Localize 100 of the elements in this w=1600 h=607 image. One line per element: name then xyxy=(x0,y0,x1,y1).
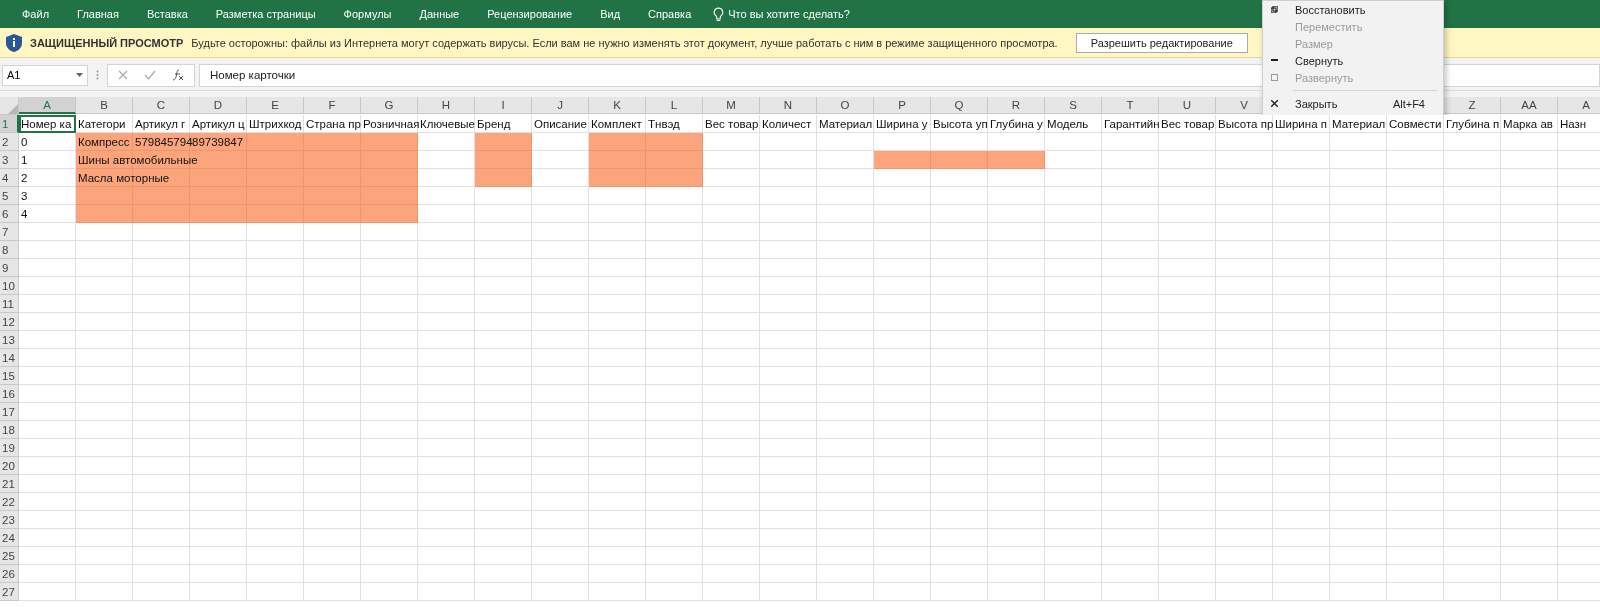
column-header[interactable]: R xyxy=(988,97,1045,114)
row-header[interactable]: 13 xyxy=(0,331,19,349)
row-header[interactable]: 12 xyxy=(0,313,19,331)
select-all-button[interactable] xyxy=(0,97,19,115)
column-header[interactable]: J xyxy=(532,97,589,114)
column-header[interactable]: M xyxy=(703,97,760,114)
cell-text: Артикул г xyxy=(135,116,186,131)
name-box[interactable]: A1 xyxy=(2,64,88,86)
column-header[interactable]: AA xyxy=(1501,97,1558,114)
cell-text: Совмести xyxy=(1389,116,1442,131)
protected-view-title: ЗАЩИЩЕННЫЙ ПРОСМОТР xyxy=(30,36,184,49)
column-header[interactable]: E xyxy=(247,97,304,114)
function-icon[interactable] xyxy=(172,69,184,81)
cell-text: Гарантийн xyxy=(1104,116,1160,131)
row-header[interactable]: 22 xyxy=(0,493,19,511)
menu-tab[interactable]: Главная xyxy=(63,8,133,20)
column-header[interactable]: H xyxy=(418,97,475,114)
row-header[interactable]: 27 xyxy=(0,583,19,601)
row-header[interactable]: 14 xyxy=(0,349,19,367)
cell-text: Тнвэд xyxy=(648,116,680,131)
menu-tab[interactable]: Разметка страницы xyxy=(201,8,330,20)
tell-me-field[interactable]: Что вы хотите сделать? xyxy=(728,8,850,20)
cell-text: Бренд xyxy=(477,116,511,131)
column-header[interactable]: A xyxy=(19,97,76,114)
menu-tab[interactable]: Вставка xyxy=(132,8,202,20)
cancel-icon[interactable] xyxy=(118,70,128,80)
menu-tab[interactable]: Рецензирование xyxy=(473,8,587,20)
column-header[interactable]: C xyxy=(133,97,190,114)
row-header[interactable]: 23 xyxy=(0,511,19,529)
row-header[interactable]: 25 xyxy=(0,547,19,565)
cell-text: Глубина п xyxy=(1446,116,1500,131)
column-header[interactable]: S xyxy=(1045,97,1102,114)
row-header[interactable]: 26 xyxy=(0,565,19,583)
column-header[interactable]: F xyxy=(304,97,361,114)
column-header[interactable]: I xyxy=(475,97,532,114)
row-header[interactable]: 17 xyxy=(0,403,19,421)
column-header[interactable]: Z xyxy=(1444,97,1501,114)
cell-text: 0 xyxy=(21,134,28,149)
row-header[interactable]: 10 xyxy=(0,277,19,295)
cell-text: Материал xyxy=(1332,116,1386,131)
cell-text: Страна пр xyxy=(306,116,361,131)
row-header[interactable]: 4 xyxy=(0,169,19,187)
cell-text: Марка ав xyxy=(1503,116,1553,131)
menu-tab[interactable]: Справка xyxy=(634,8,706,20)
menu-item[interactable]: Восстановить xyxy=(1263,1,1443,18)
cell-text: Описание xyxy=(534,116,587,131)
column-header[interactable]: B xyxy=(76,97,133,114)
column-header[interactable]: N xyxy=(760,97,817,114)
cell-text: 89739847 xyxy=(192,134,244,149)
column-header[interactable]: G xyxy=(361,97,418,114)
cell-text: 4 xyxy=(21,206,28,221)
row-header[interactable]: 7 xyxy=(0,223,19,241)
row-header[interactable]: 19 xyxy=(0,439,19,457)
column-header[interactable]: Q xyxy=(931,97,988,114)
column-header[interactable]: A xyxy=(1558,97,1600,114)
row-header[interactable]: 21 xyxy=(0,475,19,493)
menu-tab[interactable]: Файл xyxy=(8,8,64,20)
column-header[interactable]: L xyxy=(646,97,703,114)
cell-text: Штрихкод xyxy=(249,116,302,131)
column-header[interactable]: O xyxy=(817,97,874,114)
restore-icon xyxy=(1271,6,1278,13)
menu-tab[interactable]: Данные xyxy=(405,8,474,20)
caret-icon xyxy=(76,73,83,77)
cell-text: Количест xyxy=(762,116,812,131)
row-header[interactable]: 11 xyxy=(0,295,19,313)
check-icon[interactable] xyxy=(144,70,156,80)
menu-tab[interactable]: Формулы xyxy=(329,8,406,20)
protected-view-message: Будьте осторожны: файлы из Интернета могут содержать вирусы. Если вам не нужно изменять этот документ, лучше работать с ним в режиме защищенного просмотра. xyxy=(191,36,1058,49)
column-header[interactable]: D xyxy=(190,97,247,114)
row-header[interactable]: 2 xyxy=(0,133,19,151)
cell-text: Ширина у xyxy=(876,116,928,131)
row-header[interactable]: 9 xyxy=(0,259,19,277)
shield-icon xyxy=(6,33,22,52)
menu-tab[interactable]: Вид xyxy=(586,8,635,20)
cell-text: 579845794 xyxy=(135,134,193,149)
column-header[interactable]: P xyxy=(874,97,931,114)
row-header[interactable]: 8 xyxy=(0,241,19,259)
row-header[interactable]: 16 xyxy=(0,385,19,403)
cell-text: Модель xyxy=(1047,116,1089,131)
row-header[interactable]: 3 xyxy=(0,151,19,169)
row-header[interactable]: 20 xyxy=(0,457,19,475)
cell-text: Материал xyxy=(819,116,873,131)
row-header[interactable]: 18 xyxy=(0,421,19,439)
column-header[interactable]: K xyxy=(589,97,646,114)
row-header[interactable]: 5 xyxy=(0,187,19,205)
row-header[interactable]: 6 xyxy=(0,205,19,223)
triangle-icon xyxy=(8,104,18,114)
cell-text: Вес товар xyxy=(1161,116,1215,131)
enable-editing-button[interactable]: Разрешить редактирование xyxy=(1075,32,1248,53)
cell-text: 3 xyxy=(21,188,28,203)
cell-text: Вес товар xyxy=(705,116,759,131)
row-header[interactable]: 15 xyxy=(0,367,19,385)
cell-text: Назн xyxy=(1560,116,1587,131)
column-header[interactable]: T xyxy=(1102,97,1159,114)
close-icon xyxy=(1271,100,1278,107)
cell-text: Категори xyxy=(78,116,126,131)
column-header[interactable]: U xyxy=(1159,97,1216,114)
row-header[interactable]: 24 xyxy=(0,529,19,547)
cell-text: Высота пр xyxy=(1218,116,1274,131)
row-header[interactable]: 1 xyxy=(0,115,19,133)
